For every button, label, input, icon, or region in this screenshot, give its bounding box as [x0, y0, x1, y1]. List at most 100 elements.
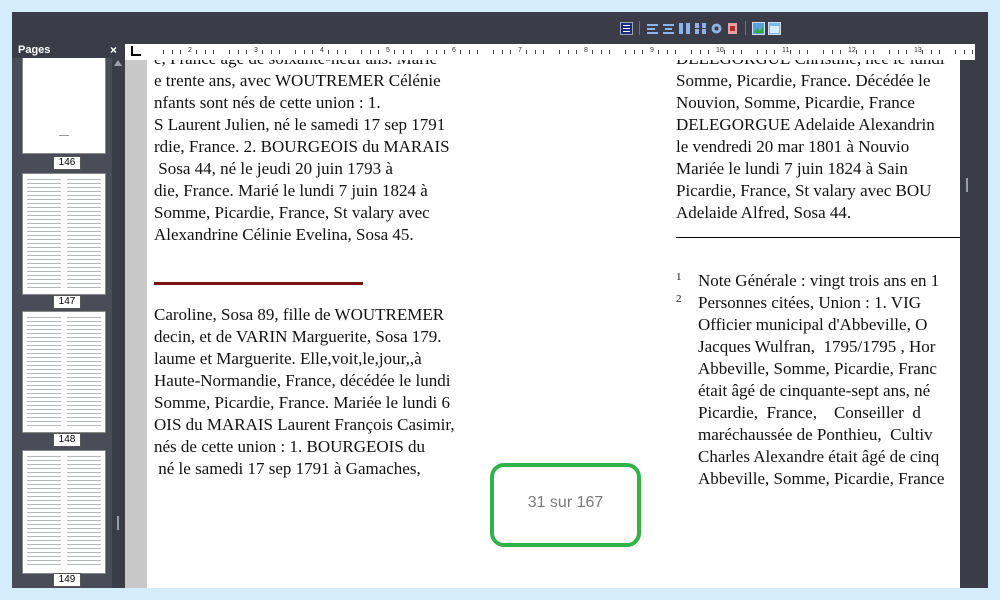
- ruler-number: 6: [452, 47, 456, 54]
- settings-icon[interactable]: [710, 22, 723, 35]
- scroll-up-icon[interactable]: [114, 60, 122, 66]
- text-line: Caroline, Sosa 89, fille de WOUTREMER: [154, 305, 445, 324]
- page-thumbnail[interactable]: [22, 311, 106, 433]
- ruler-tick: [757, 50, 759, 54]
- ruler-tick: [328, 50, 330, 54]
- ruler-tick: [295, 50, 297, 54]
- ruler-number: 3: [254, 47, 258, 54]
- text-line: nfants sont nés de cette union : 1.: [154, 93, 381, 112]
- ruler-number: 13: [914, 47, 922, 54]
- text-line: nés de cette union : 1. BOURGEOIS du: [154, 437, 426, 456]
- ruler-tick: [658, 50, 660, 54]
- ruler-tick: [427, 50, 429, 54]
- ruler-tick: [262, 50, 264, 54]
- ruler-number: 5: [386, 47, 390, 54]
- text-line: Nouvion, Somme, Picardie, France: [676, 93, 915, 112]
- text-line: laume et Marguerite. Elle,voit,le,jour,,…: [154, 349, 422, 368]
- ruler-tick: [196, 50, 198, 54]
- pages-scrollbar[interactable]: [112, 58, 125, 588]
- vertical-scrollbar[interactable]: [960, 60, 975, 588]
- page-thumbnail[interactable]: [22, 173, 106, 295]
- ruler-tick: [171, 50, 173, 54]
- text-line: le vendredi 20 mar 1801 à Nouvio: [676, 137, 910, 156]
- toolbar-separator: [745, 21, 746, 35]
- footnote-line: Officier municipal d'Abbeville, O: [698, 315, 928, 334]
- ruler-corner-icon[interactable]: [131, 46, 141, 56]
- text-line: Alexandrine Célinie Evelina, Sosa 45.: [154, 225, 414, 244]
- text-line: Somme, Picardie, France. Décédée le: [676, 71, 931, 90]
- footnote-line: Charles Alexandre était âgé de cinq: [698, 447, 940, 466]
- footnote-number: 2: [676, 293, 682, 305]
- page-indicator: 31 sur 167: [490, 463, 641, 547]
- ruler-tick: [534, 50, 536, 54]
- toolbar: [12, 12, 988, 44]
- ruler-number: 2: [188, 47, 192, 54]
- layout-single-icon[interactable]: [620, 21, 633, 35]
- pages-panel-header: Pages ×: [12, 43, 125, 58]
- close-icon[interactable]: ×: [110, 43, 117, 57]
- columns-icon[interactable]: [678, 22, 691, 35]
- left-column: e, France âgé de soixante-neuf ans. Mari…: [154, 60, 474, 588]
- ruler-tick: [204, 50, 206, 54]
- ruler-tick: [542, 50, 544, 54]
- flag-icon[interactable]: [726, 22, 739, 35]
- ruler-tick: [526, 50, 528, 54]
- ruler-tick: [237, 50, 239, 54]
- ruler-tick: [592, 50, 594, 54]
- ruler-tick: [674, 50, 676, 54]
- align-center-icon[interactable]: [662, 22, 675, 35]
- ruler-tick: [839, 50, 841, 54]
- align-left-icon[interactable]: [646, 22, 659, 35]
- footnote-line: Note Générale : vingt trois ans en 1: [698, 271, 940, 290]
- ruler-tick: [163, 50, 165, 54]
- pages-panel-title: Pages: [18, 44, 51, 56]
- splitter-grip[interactable]: [117, 516, 119, 530]
- ruler-tick: [798, 50, 800, 54]
- ruler-tick: [245, 50, 247, 54]
- ruler-tick: [831, 50, 833, 54]
- text-line: Sosa 44, né le jeudi 20 juin 1793 à: [154, 159, 393, 178]
- ruler-tick: [806, 50, 808, 54]
- ruler-tick: [303, 50, 305, 54]
- ruler-tick: [575, 50, 577, 54]
- ruler-tick: [270, 50, 272, 54]
- window-icon[interactable]: [768, 21, 781, 35]
- ruler-number: 7: [518, 47, 522, 54]
- text-line: OIS du MARAIS Laurent François Casimir,: [154, 415, 455, 434]
- ruler-tick: [212, 50, 214, 54]
- ruler-tick: [971, 50, 973, 54]
- ruler-tick: [402, 50, 404, 54]
- ruler-tick: [311, 50, 313, 54]
- text-line: Adelaide Alfred, Sosa 44.: [676, 203, 852, 222]
- ruler-tick: [501, 50, 503, 54]
- ruler-tick: [666, 50, 668, 54]
- footnote-line: Picardie, France, Conseiller d: [698, 403, 921, 422]
- ruler-tick: [476, 50, 478, 54]
- page-thumbnail[interactable]: [22, 450, 106, 574]
- text-line: rdie, France. 2. BOURGEOIS du MARAIS: [154, 137, 450, 156]
- ruler-tick: [443, 50, 445, 54]
- page-number-label: 149: [53, 573, 81, 587]
- text-line: Picardie, France, St valary avec BOU: [676, 181, 932, 200]
- ruler-tick: [872, 50, 874, 54]
- ruler-tick: [856, 50, 858, 54]
- pages-panel: Pages × 146 147 148 149: [12, 43, 125, 588]
- ruler-tick: [493, 50, 495, 54]
- page-number-label: 146: [53, 156, 81, 170]
- ruler-tick: [765, 50, 767, 54]
- image-export-icon[interactable]: [752, 21, 765, 35]
- toolbar-icon-group: [620, 21, 781, 35]
- footnote-line: Jacques Wulfran, 1795/1795 , Hor: [698, 337, 936, 356]
- ruler-tick: [509, 50, 511, 54]
- text-line: Haute-Normandie, France, décédée le lund…: [154, 371, 451, 390]
- ruler-tick: [889, 50, 891, 54]
- text-line: né le samedi 17 sep 1791 à Gamaches,: [154, 459, 421, 478]
- scrollbar-grip[interactable]: [966, 178, 968, 192]
- ruler-tick: [394, 50, 396, 54]
- text-line: Mariée le lundi 7 juin 1824 à Sain: [676, 159, 908, 178]
- page-thumbnail[interactable]: [22, 58, 106, 154]
- grid-icon[interactable]: [694, 22, 707, 35]
- ruler-tick: [905, 50, 907, 54]
- ruler-tick: [790, 50, 792, 54]
- text-line: e trente ans, avec WOUTREMER Célénie: [154, 71, 441, 90]
